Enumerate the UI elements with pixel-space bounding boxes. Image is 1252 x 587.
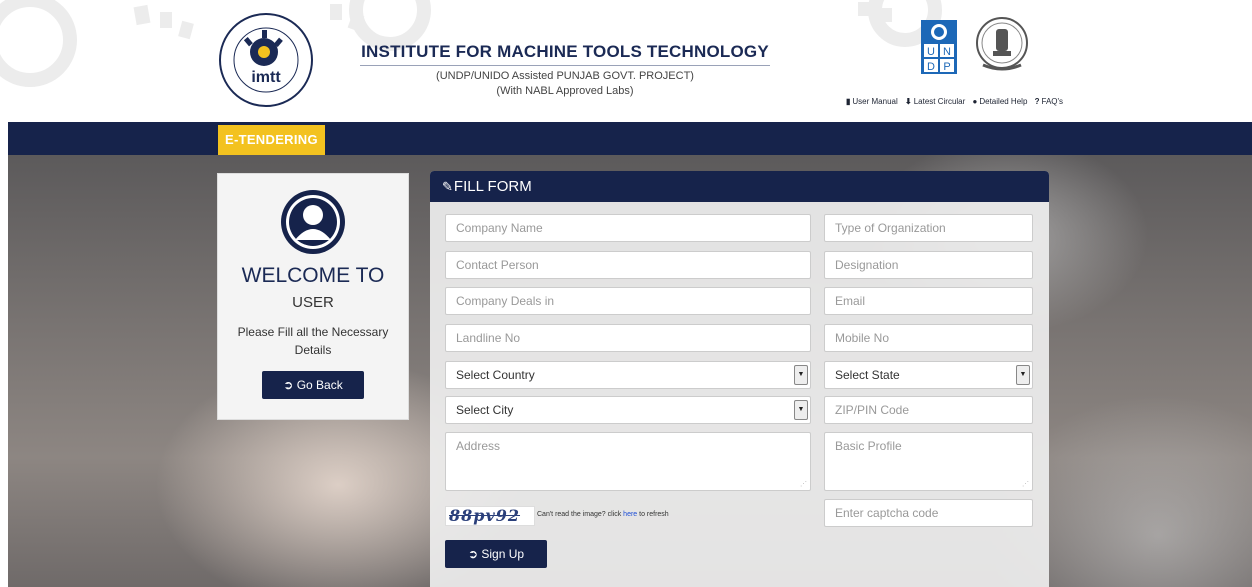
- go-back-button[interactable]: ➲ Go Back: [262, 371, 364, 399]
- organization-type-input[interactable]: Type of Organization: [824, 214, 1033, 242]
- title-block: INSTITUTE FOR MACHINE TOOLS TECHNOLOGY (…: [360, 42, 770, 99]
- resize-handle-icon[interactable]: ⋰: [800, 481, 807, 488]
- city-select[interactable]: Select City ▼: [445, 396, 811, 424]
- detailed-help-label: Detailed Help: [979, 97, 1028, 106]
- download-icon: ⬇: [905, 97, 912, 106]
- site-subtitle-nabl: (With NABL Approved Labs): [496, 85, 634, 97]
- detailed-help-link[interactable]: ● Detailed Help: [973, 97, 1028, 106]
- dropdown-arrow-icon[interactable]: ▼: [794, 365, 808, 385]
- welcome-title: WELCOME TO: [241, 264, 385, 287]
- country-select-value: Select Country: [456, 368, 535, 382]
- designation-input[interactable]: Designation: [824, 251, 1033, 279]
- faq-label: FAQ's: [1041, 97, 1064, 106]
- address-placeholder: Address: [456, 439, 501, 453]
- sign-up-label: Sign Up: [481, 547, 525, 561]
- sign-in-icon: ➲: [283, 378, 294, 392]
- resize-handle-icon[interactable]: ⋰: [1022, 481, 1029, 488]
- contact-person-input[interactable]: Contact Person: [445, 251, 811, 279]
- undp-letter: N: [943, 46, 951, 58]
- basic-profile-textarea[interactable]: Basic Profile ⋰: [824, 432, 1033, 491]
- header-links: ▮ User Manual ⬇ Latest Circular ● Detailed …: [846, 97, 1068, 106]
- address-textarea[interactable]: Address ⋰: [445, 432, 811, 491]
- info-icon: ●: [972, 97, 978, 106]
- imtt-logo: imtt: [219, 13, 313, 107]
- top-nav-bar: E-TENDERING: [8, 122, 1252, 155]
- welcome-instructions: Please Fill all the Necessary Details: [237, 325, 389, 357]
- undp-letter: U: [927, 46, 935, 58]
- user-manual-label: User Manual: [852, 97, 898, 106]
- fill-form-panel: ✎FILL FORM Company Name Type of Organiza…: [430, 171, 1049, 587]
- company-deals-input[interactable]: Company Deals in: [445, 287, 811, 315]
- zip-code-input[interactable]: ZIP/PIN Code: [824, 396, 1033, 424]
- site-header: imtt INSTITUTE FOR MACHINE TOOLS TECHNOL…: [0, 0, 1252, 122]
- user-avatar-icon: [281, 190, 345, 254]
- city-select-value: Select City: [456, 403, 514, 417]
- welcome-card: WELCOME TO USER Please Fill all the Nece…: [217, 173, 409, 420]
- site-title: INSTITUTE FOR MACHINE TOOLS TECHNOLOGY: [360, 42, 770, 66]
- dropdown-arrow-icon[interactable]: ▼: [1016, 365, 1030, 385]
- country-select[interactable]: Select Country ▼: [445, 361, 811, 389]
- landline-input[interactable]: Landline No: [445, 324, 811, 352]
- captcha-hint-suffix: to refresh: [637, 511, 669, 518]
- sign-in-icon: ➲: [467, 547, 478, 561]
- captcha-hint-text: Can't read the image? click: [537, 511, 624, 518]
- faq-link[interactable]: ? FAQ's: [1035, 97, 1063, 106]
- panel-title: FILL FORM: [453, 178, 532, 195]
- dropdown-arrow-icon[interactable]: ▼: [794, 400, 808, 420]
- company-name-input[interactable]: Company Name: [445, 214, 811, 242]
- state-select[interactable]: Select State ▼: [824, 361, 1033, 389]
- email-input[interactable]: Email: [824, 287, 1033, 315]
- site-subtitle: (UNDP/UNIDO Assisted PUNJAB GOVT. PROJEC…: [436, 70, 694, 82]
- undp-letter: D: [927, 61, 935, 73]
- latest-circular-label: Latest Circular: [913, 97, 966, 106]
- go-back-label: Go Back: [296, 378, 343, 392]
- welcome-user: USER: [292, 294, 334, 311]
- captcha-hint: Can't read the image? click here to refr…: [537, 511, 669, 518]
- e-tendering-badge[interactable]: E-TENDERING: [218, 125, 325, 155]
- pencil-icon: ✎: [442, 179, 453, 194]
- captcha-image: 88pv92: [445, 506, 535, 526]
- captcha-refresh-link[interactable]: here: [623, 511, 637, 518]
- punjab-govt-emblem-icon: [976, 17, 1028, 71]
- undp-logo: U N D P: [921, 20, 957, 74]
- captcha-code-input[interactable]: Enter captcha code: [824, 499, 1033, 527]
- user-manual-link[interactable]: ▮ User Manual: [846, 97, 898, 106]
- mobile-input[interactable]: Mobile No: [824, 324, 1033, 352]
- panel-header: ✎FILL FORM: [430, 171, 1049, 202]
- latest-circular-link[interactable]: ⬇ Latest Circular: [905, 97, 965, 106]
- undp-letter: P: [943, 61, 950, 73]
- state-select-value: Select State: [835, 368, 900, 382]
- sign-up-button[interactable]: ➲ Sign Up: [445, 540, 547, 568]
- logo-text: imtt: [251, 69, 281, 86]
- basic-profile-placeholder: Basic Profile: [835, 439, 902, 453]
- document-icon: ▮: [846, 97, 851, 106]
- question-icon: ?: [1034, 97, 1040, 106]
